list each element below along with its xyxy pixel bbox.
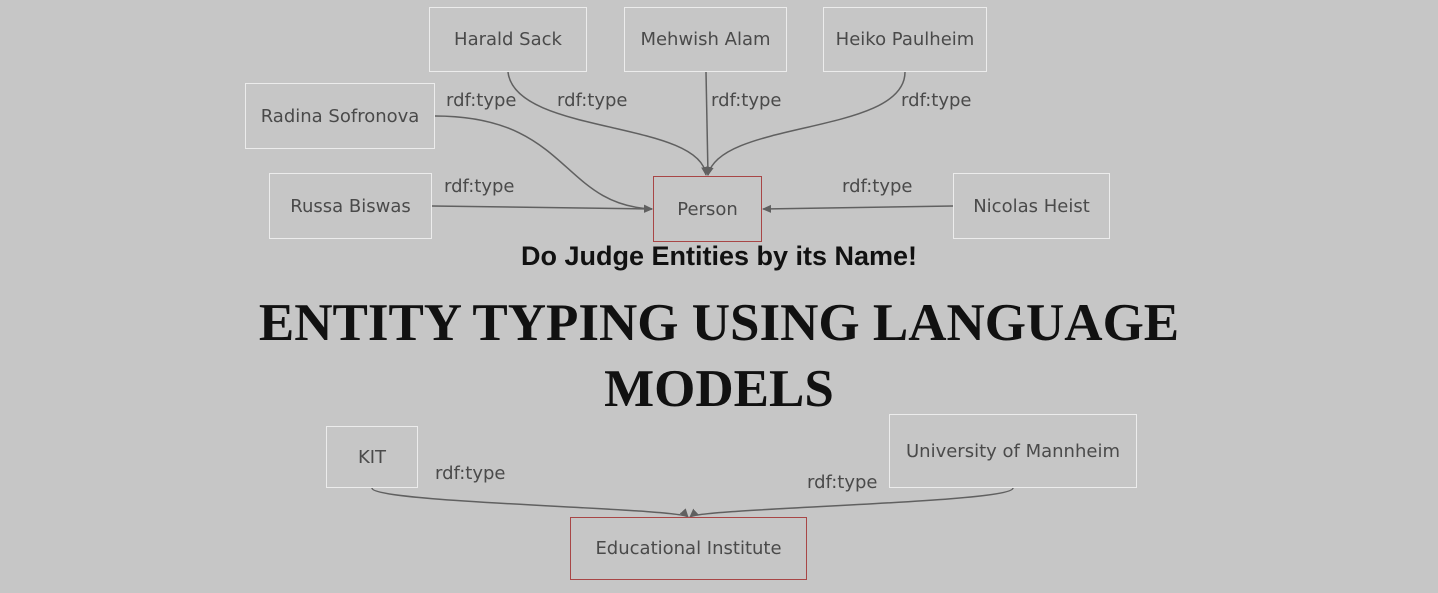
- edge-label-nicolas-heist: rdf:type: [842, 176, 913, 197]
- edge-kit-to-educational-institute: [371, 487, 689, 518]
- node-nicolas-heist: Nicolas Heist: [953, 173, 1110, 239]
- title-line-2: MODELS: [604, 360, 834, 418]
- subtitle: Do Judge Entities by its Name!: [520, 241, 918, 271]
- edge-label-university-of-mannheim: rdf:type: [807, 472, 878, 493]
- node-radina-sofronova: Radina Sofronova: [245, 83, 435, 149]
- node-harald-sack: Harald Sack: [429, 7, 587, 72]
- node-kit: KIT: [326, 426, 418, 488]
- edge-label-russa-biswas: rdf:type: [444, 176, 515, 197]
- edge-harald-sack-to-person: [507, 71, 710, 176]
- edge-label-harald-sack: rdf:type: [557, 90, 628, 111]
- edge-label-heiko-paulheim: rdf:type: [901, 90, 972, 111]
- edge-mehwish-alam-to-person: [703, 71, 712, 176]
- edge-label-kit: rdf:type: [435, 463, 506, 484]
- node-russa-biswas: Russa Biswas: [269, 173, 432, 239]
- node-heiko-paulheim: Heiko Paulheim: [823, 7, 987, 72]
- node-person: Person: [653, 176, 762, 242]
- node-educational-institute: Educational Institute: [570, 517, 807, 580]
- node-mehwish-alam: Mehwish Alam: [624, 7, 787, 72]
- edge-label-radina-sofronova: rdf:type: [446, 90, 517, 111]
- edge-heiko-paulheim-to-person: [705, 71, 906, 176]
- edge-label-mehwish-alam: rdf:type: [711, 90, 782, 111]
- edge-nicolas-heist-to-person: [762, 204, 954, 213]
- node-university-of-mannheim: University of Mannheim: [889, 414, 1137, 488]
- edge-russa-biswas-to-person: [431, 204, 653, 213]
- title-line-1: ENTITY TYPING USING LANGUAGE: [258, 294, 1180, 352]
- page-title: ENTITY TYPING USING LANGUAGE MODELS: [0, 290, 1438, 422]
